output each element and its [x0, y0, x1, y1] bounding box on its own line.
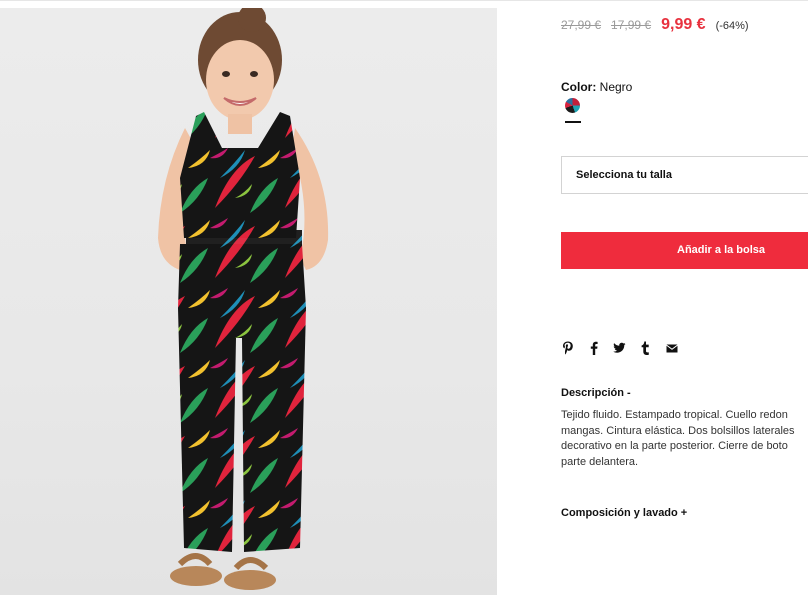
swatch-selected-indicator [565, 121, 581, 123]
color-label: Color: Negro [561, 80, 632, 94]
product-info: 27,99 € 17,99 € 9,99 € (-64%) Color: Neg… [561, 0, 808, 595]
discount-badge: (-64%) [715, 20, 749, 32]
color-swatch-negro[interactable] [565, 98, 580, 113]
share-bar [561, 340, 691, 356]
current-price: 9,99 € [661, 16, 706, 33]
twitter-icon[interactable] [613, 340, 626, 356]
tumblr-icon[interactable] [639, 340, 652, 356]
product-photo [158, 8, 329, 590]
price-row: 27,99 € 17,99 € 9,99 € (-64%) [561, 16, 808, 34]
size-select[interactable]: Selecciona tu talla [561, 156, 808, 194]
composition-toggle[interactable]: Composición y lavado + [561, 507, 687, 519]
size-select-placeholder: Selecciona tu talla [576, 169, 672, 181]
add-to-bag-button[interactable]: Añadir a la bolsa [561, 232, 808, 269]
description-line: parte delantera. [561, 455, 639, 468]
email-icon[interactable] [665, 340, 678, 356]
pinterest-icon[interactable] [561, 340, 574, 356]
description-line: mangas. Cintura elástica. Dos bolsillos … [561, 424, 795, 437]
description-text: Tejido fluido. Estampado tropical. Cuell… [561, 408, 808, 470]
description-toggle[interactable]: Descripción - [561, 387, 631, 399]
facebook-icon[interactable] [587, 340, 600, 356]
previous-price: 17,99 € [611, 18, 652, 32]
color-label-title: Color: [561, 80, 597, 94]
description-line: decorativo en la parte posterior. Cierre… [561, 440, 788, 452]
original-price: 27,99 € [561, 18, 602, 32]
color-value: Negro [599, 80, 633, 94]
product-page: 27,99 € 17,99 € 9,99 € (-64%) Color: Neg… [0, 0, 808, 595]
product-image[interactable] [0, 8, 497, 595]
description-line: Tejido fluido. Estampado tropical. Cuell… [561, 409, 788, 421]
